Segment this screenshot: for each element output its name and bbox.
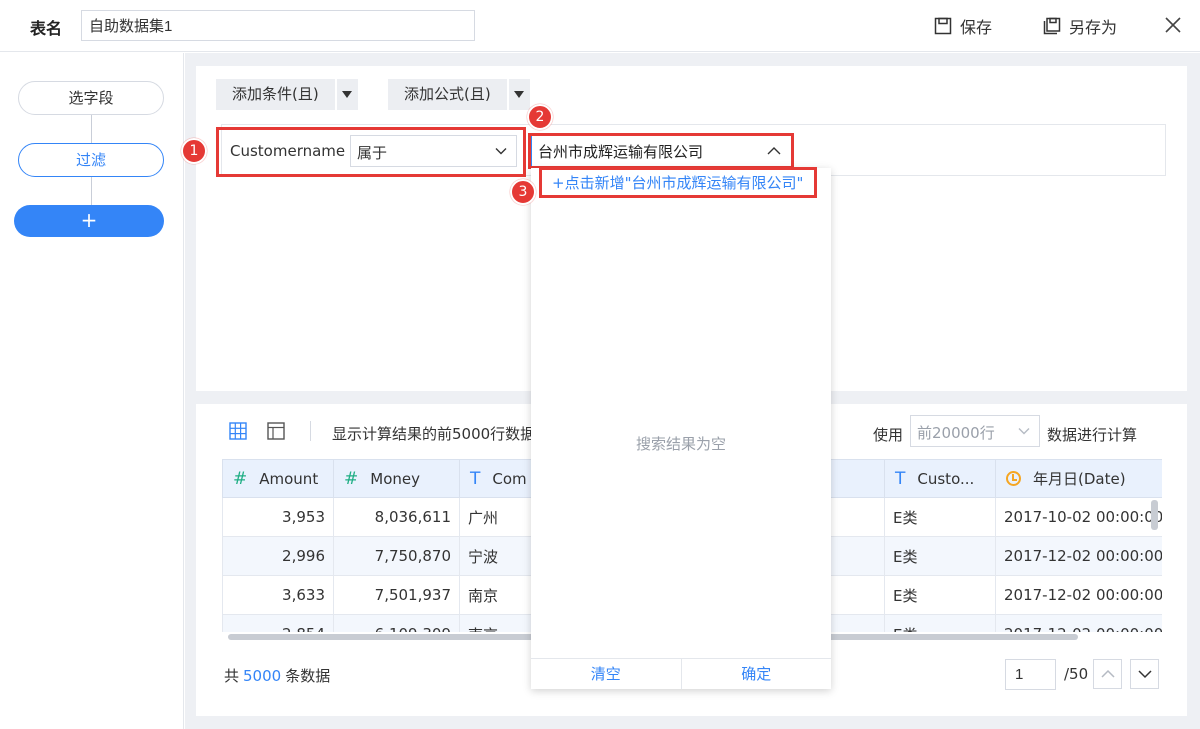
rows-limit-value: 前20000行 [917,424,995,442]
page-number-input[interactable] [1005,659,1056,690]
add-condition-split-button: 添加条件(且) [216,79,358,110]
close-icon[interactable] [1162,14,1184,36]
number-type-icon: # [344,468,359,489]
text-type-icon: T [895,468,906,489]
add-formula-split-button: 添加公式(且) [388,79,530,110]
step-sidebar: 选字段 过滤 + [0,53,184,729]
prev-page-button[interactable] [1093,659,1122,689]
clock-icon [1006,471,1021,486]
step-connector [91,115,92,143]
confirm-button[interactable]: 确定 [680,659,832,689]
save-as-button[interactable]: 另存为 [1043,14,1117,38]
column-header-amount[interactable]: # Amount [222,459,334,498]
use-label: 使用 [873,426,904,444]
save-icon [934,17,952,35]
table-name-label: 表名 [30,19,63,38]
step-filter[interactable]: 过滤 [18,143,164,177]
annotation-box-2 [528,133,794,169]
preview-description: 显示计算结果的前5000行数据 [332,425,536,443]
total-count-value: 5000 [243,667,282,685]
add-condition-button[interactable]: 添加条件(且) [216,79,335,110]
table-name-input[interactable] [81,10,475,41]
toolbar-divider [310,421,311,441]
total-count: 共 5000 条数据 [224,667,331,685]
step-connector [91,177,92,205]
clear-button[interactable]: 清空 [531,659,681,689]
annotation-badge-1: 1 [181,138,207,164]
column-header-date[interactable]: 年月日(Date) [995,459,1162,498]
grid-view-icon[interactable] [229,422,247,440]
add-step-button[interactable]: + [14,205,164,237]
chevron-up-icon [1100,669,1115,678]
save-as-icon [1043,17,1061,35]
add-formula-dropdown[interactable] [508,79,530,110]
save-button[interactable]: 保存 [934,14,992,38]
add-condition-dropdown[interactable] [336,79,358,110]
step-select-fields[interactable]: 选字段 [18,81,164,115]
caret-down-icon [342,91,353,98]
annotation-box-3 [539,167,817,198]
number-type-icon: # [233,468,248,489]
chevron-down-icon [1018,428,1030,435]
chevron-down-icon [1137,670,1152,679]
column-header-money[interactable]: # Money [333,459,460,498]
rows-limit-select[interactable]: 前20000行 [910,415,1040,447]
vertical-scrollbar[interactable] [1151,500,1158,530]
next-page-button[interactable] [1130,659,1159,689]
dropdown-footer: 清空 确定 [531,658,831,689]
annotation-badge-3: 3 [510,179,536,205]
layout-view-icon[interactable] [267,422,285,440]
annotation-badge-2: 2 [527,104,553,130]
save-label: 保存 [960,18,993,37]
column-header-customer[interactable]: T Custo... [884,459,996,498]
caret-down-icon [514,91,525,98]
page-total: /50 [1064,665,1089,683]
top-bar: 表名 保存 另存为 [0,0,1200,52]
empty-result-text: 搜索结果为空 [635,435,726,453]
text-type-icon: T [470,468,481,489]
annotation-box-1 [216,127,526,177]
value-dropdown: +点击新增"台州市成辉运输有限公司" 搜索结果为空 清空 确定 [531,168,831,689]
add-formula-button[interactable]: 添加公式(且) [388,79,507,110]
save-as-label: 另存为 [1069,18,1118,37]
compute-label: 数据进行计算 [1047,426,1138,444]
